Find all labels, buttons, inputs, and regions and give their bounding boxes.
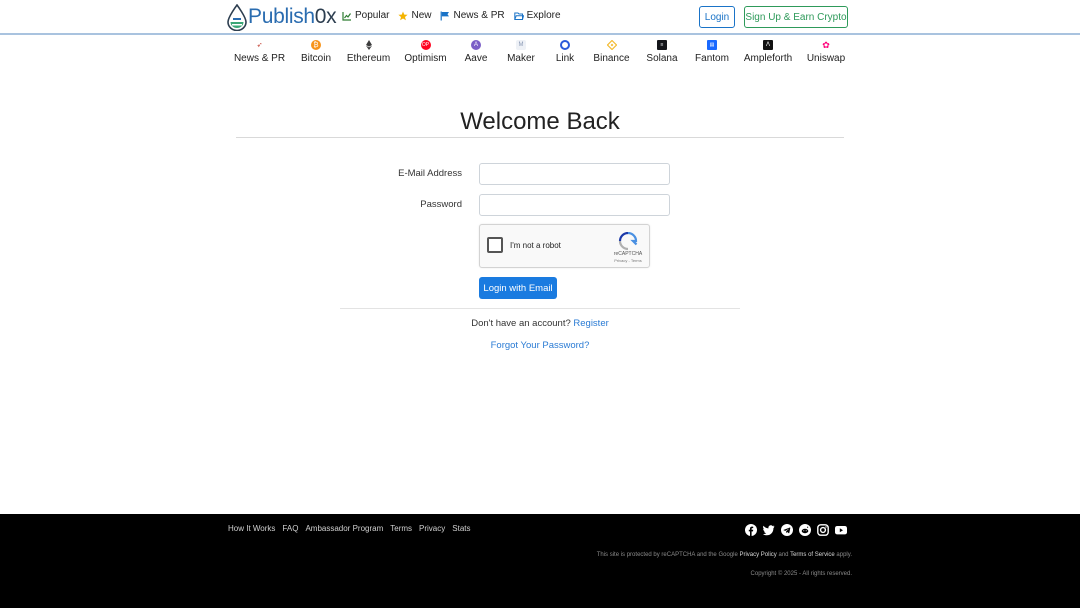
category-binance[interactable]: Binance (585, 40, 638, 64)
maker-icon: M (516, 40, 526, 50)
forgot-password-link[interactable]: Forgot Your Password? (340, 340, 740, 351)
category-label: Optimism (404, 53, 447, 64)
category-fantom[interactable]: ▤ Fantom (686, 40, 738, 64)
footer-link-terms[interactable]: Terms (390, 524, 412, 533)
category-label: Ethereum (346, 53, 391, 64)
password-label: Password (420, 199, 462, 210)
footer-link-ambassador[interactable]: Ambassador Program (305, 524, 383, 533)
solana-icon: ≡ (657, 40, 667, 50)
category-label: Bitcoin (300, 53, 331, 64)
social-links (745, 523, 847, 536)
recaptcha-brand: reCAPTCHA (613, 251, 643, 257)
category-label: Maker (507, 53, 535, 64)
rocket-icon: ➶ (256, 42, 263, 49)
top-nav: Popular New News & PR Explore (342, 10, 561, 21)
star-icon (398, 11, 409, 20)
twitter-icon[interactable] (763, 523, 775, 536)
bitcoin-icon: ₿ (311, 40, 321, 50)
binance-icon (606, 40, 617, 50)
nav-new[interactable]: New (398, 10, 431, 21)
footer-links: How It Works FAQ Ambassador Program Term… (228, 524, 471, 533)
logo-text: Publish0x (248, 5, 337, 28)
nav-popular-label: Popular (355, 10, 390, 21)
category-maker[interactable]: M Maker (497, 40, 545, 64)
no-account-text: Don't have an account? (471, 318, 571, 329)
signup-button[interactable]: Sign Up & Earn Crypto (744, 6, 848, 28)
register-link[interactable]: Register (573, 318, 608, 329)
ampleforth-icon: Λ (763, 40, 773, 50)
category-label: Uniswap (806, 53, 846, 64)
category-label: Ampleforth (743, 53, 793, 64)
privacy-policy-link[interactable]: Privacy Policy (739, 552, 776, 558)
aave-icon: A (471, 40, 481, 50)
facebook-icon[interactable] (745, 523, 757, 536)
email-label: E-Mail Address (398, 168, 462, 179)
footer-link-faq[interactable]: FAQ (282, 524, 298, 533)
login-with-email-button[interactable]: Login with Email (479, 277, 557, 299)
login-button[interactable]: Login (699, 6, 735, 28)
nav-explore-label: Explore (526, 10, 561, 21)
page-title: Welcome Back (460, 108, 620, 135)
category-optimism[interactable]: OP Optimism (396, 40, 455, 64)
register-prompt: Don't have an account? Register (340, 318, 740, 329)
category-bar: ➶ News & PR ₿ Bitcoin Ethereum OP Optimi… (228, 39, 854, 65)
category-aave[interactable]: A Aave (455, 40, 497, 64)
telegram-icon[interactable] (781, 523, 793, 536)
apply-text: apply. (836, 552, 852, 558)
footer-link-privacy[interactable]: Privacy (419, 524, 445, 533)
uniswap-icon: ✿ (822, 39, 830, 50)
category-label: Aave (464, 53, 488, 64)
chart-line-icon (342, 11, 351, 21)
copyright: Copyright © 2025 - All rights reserved. (750, 571, 852, 577)
recaptcha-checkbox[interactable] (487, 237, 503, 253)
nav-new-label: New (411, 10, 432, 21)
category-label: Solana (646, 53, 678, 64)
instagram-icon[interactable] (817, 523, 829, 536)
category-ampleforth[interactable]: Λ Ampleforth (738, 40, 798, 64)
recaptcha-notice: This site is protected by reCAPTCHA and … (597, 552, 852, 558)
form-divider (340, 308, 740, 309)
category-ethereum[interactable]: Ethereum (341, 40, 396, 64)
top-navbar: Publish0x Popular New News & PR Explore … (0, 0, 1080, 35)
category-label: Link (555, 53, 575, 64)
nav-popular[interactable]: Popular (342, 10, 389, 21)
category-label: Fantom (695, 53, 729, 64)
site-logo[interactable]: Publish0x (227, 3, 337, 31)
title-divider (236, 137, 844, 138)
category-bitcoin[interactable]: ₿ Bitcoin (291, 40, 341, 64)
category-link[interactable]: Link (545, 40, 585, 64)
footer-link-how-it-works[interactable]: How It Works (228, 524, 275, 533)
footer: How It Works FAQ Ambassador Program Term… (0, 514, 1080, 608)
category-label: News & PR (233, 53, 286, 64)
password-input[interactable] (479, 194, 670, 216)
recaptcha-label: I'm not a robot (510, 241, 561, 250)
droplet-logo-icon (227, 3, 247, 31)
youtube-icon[interactable] (835, 523, 847, 535)
chainlink-icon (560, 40, 570, 50)
reddit-icon[interactable] (799, 523, 811, 536)
recaptcha-logo-icon (618, 231, 638, 251)
folder-open-icon (513, 12, 524, 20)
category-news-pr[interactable]: ➶ News & PR (228, 40, 291, 64)
nav-news-pr-label: News & PR (453, 10, 505, 21)
category-solana[interactable]: ≡ Solana (638, 40, 686, 64)
nav-explore[interactable]: Explore (513, 10, 561, 21)
recaptcha-notice-text: This site is protected by reCAPTCHA and … (596, 552, 738, 558)
and-text: and (778, 552, 789, 558)
flag-icon (441, 11, 450, 20)
fantom-icon: ▤ (707, 40, 717, 50)
category-uniswap[interactable]: ✿ Uniswap (798, 39, 854, 65)
footer-link-stats[interactable]: Stats (452, 524, 470, 533)
email-input[interactable] (479, 163, 670, 185)
nav-news-pr[interactable]: News & PR (440, 10, 505, 21)
recaptcha-links[interactable]: Privacy - Terms (608, 258, 648, 263)
optimism-icon: OP (420, 40, 431, 50)
terms-of-service-link[interactable]: Terms of Service (790, 552, 835, 558)
recaptcha-widget: I'm not a robot reCAPTCHA Privacy - Term… (479, 224, 650, 268)
category-label: Binance (593, 53, 630, 64)
ethereum-icon (364, 40, 374, 50)
